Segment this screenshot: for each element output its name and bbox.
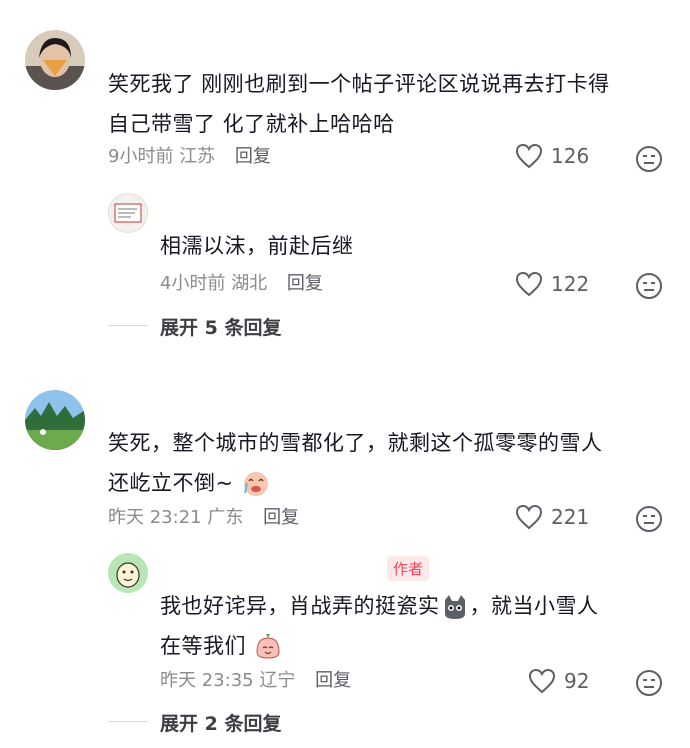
reply-time: 4小时前: [160, 273, 226, 294]
dislike-face-icon: [636, 670, 662, 696]
like-button[interactable]: 122: [515, 271, 589, 297]
reply-meta: 4小时前 湖北 回复: [160, 272, 323, 296]
like-count: 122: [551, 272, 590, 296]
avatar[interactable]: [108, 193, 148, 233]
avatar[interactable]: [25, 30, 85, 90]
dislike-button[interactable]: [635, 272, 663, 300]
heart-outline-icon: [515, 271, 543, 297]
dislike-button[interactable]: [635, 145, 663, 173]
reply-text: 相濡以沫，前赴后继: [160, 234, 354, 258]
comment-text: 笑死我了 刚刚也刷到一个帖子评论区说说再去打卡得 自己带雪了 化了就补上哈哈哈: [108, 72, 610, 136]
dislike-face-icon: [636, 506, 662, 532]
comment-time: 9小时前: [108, 146, 174, 167]
heart-outline-icon: [528, 668, 556, 694]
reply-button[interactable]: 回复: [315, 670, 351, 691]
reply-time: 昨天 23:35: [160, 670, 254, 691]
comment-text: 笑死，整个城市的雪都化了，就剩这个孤零零的雪人 还屹立不倒~: [108, 423, 678, 503]
like-count: 92: [564, 669, 590, 693]
comment-meta: 昨天 23:21 广东 回复: [108, 506, 299, 530]
reply-location: 湖北: [231, 273, 268, 294]
avatar[interactable]: [108, 553, 148, 593]
comment-meta: 9小时前 江苏 回复: [108, 145, 271, 169]
reply-location: 辽宁: [259, 670, 296, 691]
dislike-button[interactable]: [635, 669, 663, 697]
reply-text: 我也好诧异，肖战弄的挺瓷实 ，就当小雪人 在等我们: [160, 586, 680, 666]
comment-time: 昨天 23:21: [108, 507, 202, 528]
heart-outline-icon: [515, 143, 543, 169]
like-button[interactable]: 126: [515, 143, 589, 169]
dislike-face-icon: [636, 273, 662, 299]
author-badge: 作者: [387, 556, 430, 581]
expand-replies-button[interactable]: 展开 2 条回复: [160, 709, 281, 736]
expand-divider: [108, 721, 148, 722]
expand-divider: [108, 325, 148, 326]
reply-button[interactable]: 回复: [263, 507, 299, 528]
gray-cat-emoji: [444, 595, 465, 619]
comment-location: 江苏: [179, 146, 216, 167]
like-count: 221: [551, 505, 590, 529]
reply-button[interactable]: 回复: [287, 273, 323, 294]
like-button[interactable]: 221: [515, 504, 589, 530]
expand-replies-button[interactable]: 展开 5 条回复: [160, 313, 281, 340]
like-count: 126: [551, 144, 590, 168]
heart-outline-icon: [515, 504, 543, 530]
dislike-face-icon: [636, 146, 662, 172]
reply-meta: 昨天 23:35 辽宁 回复: [160, 669, 351, 693]
smiling-bun-emoji: [256, 634, 280, 659]
dislike-button[interactable]: [635, 505, 663, 533]
comment-location: 广东: [207, 507, 244, 528]
avatar[interactable]: [25, 390, 85, 450]
reply-button[interactable]: 回复: [235, 146, 271, 167]
like-button[interactable]: 92: [528, 668, 589, 694]
crying-laughing-face-emoji: [243, 472, 268, 496]
